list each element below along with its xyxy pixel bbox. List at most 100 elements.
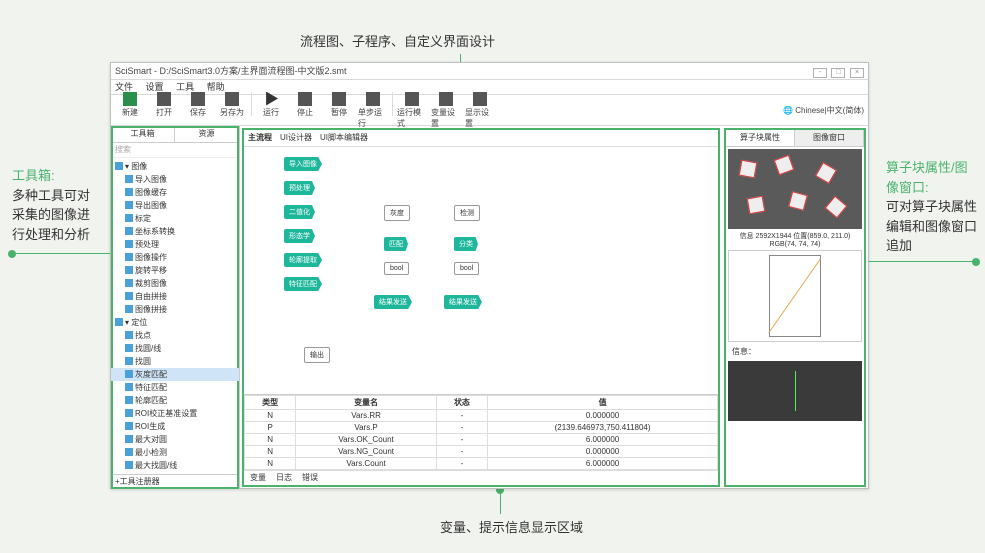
tab-script-editor[interactable]: UI脚本编辑器 [320,130,368,146]
tab-variables[interactable]: 变量 [250,471,266,485]
menu-help[interactable]: 帮助 [207,82,225,92]
col-type[interactable]: 类型 [245,396,296,410]
flow-node[interactable]: 结果发送 [444,295,482,309]
tree-item[interactable]: 图像缓存 [111,186,239,199]
flow-node[interactable]: 二值化 [284,205,315,219]
tree-item[interactable]: 坐标系转换 [111,225,239,238]
tree-item[interactable]: 找点 [111,329,239,342]
annot-line [868,261,974,262]
table-row[interactable]: NVars.Count-6.000000 [245,458,718,470]
table-row[interactable]: PVars.P-(2139.646973,750.411804) [245,422,718,434]
tab-main-flow[interactable]: 主流程 [248,130,272,146]
image-windows: 信息 2592X1944 位置(859.0, 211.0) RGB(74, 74… [726,147,864,485]
flow-node[interactable]: 结果发送 [374,295,412,309]
flow-node[interactable]: bool [384,262,409,275]
tree-item[interactable]: 标定 [111,212,239,225]
tool-icon [125,344,133,352]
message-label: 信息： [728,344,862,359]
flow-node[interactable]: 输出 [304,347,330,363]
menu-settings[interactable]: 设置 [146,82,164,92]
flow-node[interactable]: 形态学 [284,229,315,243]
sidebar-footer[interactable]: +工具注册器 [111,474,239,489]
menu-file[interactable]: 文件 [115,82,133,92]
tab-resource[interactable]: 资源 [175,126,239,142]
tb-pause[interactable]: 暂停 [324,92,354,129]
separator [392,92,393,116]
tool-icon [125,357,133,365]
table-row[interactable]: NVars.RR-0.000000 [245,410,718,422]
annot-bottom: 变量、提示信息显示区域 [440,518,583,538]
tb-saveas[interactable]: 另存为 [217,92,247,129]
tree-item[interactable]: 裁剪图像 [111,277,239,290]
close-button[interactable]: × [850,68,864,78]
tool-tree[interactable]: ▾ 图像导入图像图像缓存导出图像标定坐标系转换预处理图像操作旋转平移裁剪图像自由… [111,158,239,474]
tree-item[interactable]: 自由拼接 [111,290,239,303]
tb-step[interactable]: 单步运行 [358,92,388,129]
tree-item[interactable]: 边缘提取 [111,472,239,474]
flow-node[interactable]: 预处理 [284,181,315,195]
minimize-button[interactable]: - [813,68,827,78]
tree-item[interactable]: 旋转平移 [111,264,239,277]
disp-icon [473,92,487,106]
flow-node[interactable]: 特征匹配 [284,277,322,291]
annot-left-title: 工具箱: [12,168,55,183]
tab-block-props[interactable]: 算子块属性 [726,130,795,146]
maximize-button[interactable]: □ [831,68,845,78]
search-input[interactable]: 搜索 [111,143,239,158]
tb-new[interactable]: 新建 [115,92,145,129]
flow-node[interactable]: 导入图像 [284,157,322,171]
tree-item[interactable]: ROI校正基准设置 [111,407,239,420]
image-preview-1[interactable] [728,149,862,229]
tb-disp[interactable]: 显示设置 [465,92,495,129]
tb-run[interactable]: 运行 [256,92,286,129]
flow-node[interactable]: bool [454,262,479,275]
chip-marker [739,160,758,179]
flow-node[interactable]: 分类 [454,237,478,251]
menu-tools[interactable]: 工具 [176,82,194,92]
image-preview-2[interactable] [728,250,862,342]
tree-item[interactable]: 导出图像 [111,199,239,212]
tree-item[interactable]: 图像操作 [111,251,239,264]
tab-log[interactable]: 日志 [276,471,292,485]
tree-item[interactable]: 预处理 [111,238,239,251]
tree-group[interactable]: ▾ 图像 [111,160,239,173]
tab-image-window[interactable]: 图像窗口 [795,130,864,146]
tree-item[interactable]: 轮廓匹配 [111,394,239,407]
tree-item[interactable]: 特征匹配 [111,381,239,394]
flow-node[interactable]: 灰度 [384,205,410,221]
tree-item[interactable]: 最大对圆 [111,433,239,446]
tree-item[interactable]: 找圆/线 [111,342,239,355]
col-name[interactable]: 变量名 [296,396,436,410]
tool-icon [125,227,133,235]
tb-var[interactable]: 变量设置 [431,92,461,129]
annot-dot [8,250,16,258]
table-row[interactable]: NVars.OK_Count-6.000000 [245,434,718,446]
tree-item[interactable]: 最小检测 [111,446,239,459]
col-state[interactable]: 状态 [436,396,487,410]
flow-node[interactable]: 轮廓提取 [284,253,322,267]
tab-toolbox[interactable]: 工具箱 [111,126,175,142]
tab-ui-designer[interactable]: UI设计器 [280,130,312,146]
tb-stop[interactable]: 停止 [290,92,320,129]
language-selector[interactable]: 🌐 Chinese|中文(简体) [783,105,864,116]
window-buttons: - □ × [811,63,864,79]
tree-item[interactable]: 导入图像 [111,173,239,186]
tree-group[interactable]: ▾ 定位 [111,316,239,329]
tree-item[interactable]: 图像拼接 [111,303,239,316]
flow-node[interactable]: 检测 [454,205,480,221]
table-row[interactable]: NVars.NG_Count-0.000000 [245,446,718,458]
bottom-tabs: 变量 日志 错误 [244,470,718,485]
tb-save[interactable]: 保存 [183,92,213,129]
tree-item[interactable]: 找圆 [111,355,239,368]
flow-node[interactable]: 匹配 [384,237,408,251]
tb-mode[interactable]: 运行模式 [397,92,427,129]
tab-errors[interactable]: 错误 [302,471,318,485]
tb-open[interactable]: 打开 [149,92,179,129]
tree-item[interactable]: 最大找圆/线 [111,459,239,472]
image-preview-3[interactable] [728,361,862,421]
flowchart-canvas[interactable]: 导入图像 预处理 二值化 形态学 轮廓提取 特征匹配 灰度 检测 匹配 分类 b… [244,147,718,394]
col-value[interactable]: 值 [488,396,718,410]
annot-left-body: 多种工具可对采集的图像进行处理和分析 [12,188,90,242]
tree-item[interactable]: ROI生成 [111,420,239,433]
tree-item[interactable]: 灰度匹配 [111,368,239,381]
